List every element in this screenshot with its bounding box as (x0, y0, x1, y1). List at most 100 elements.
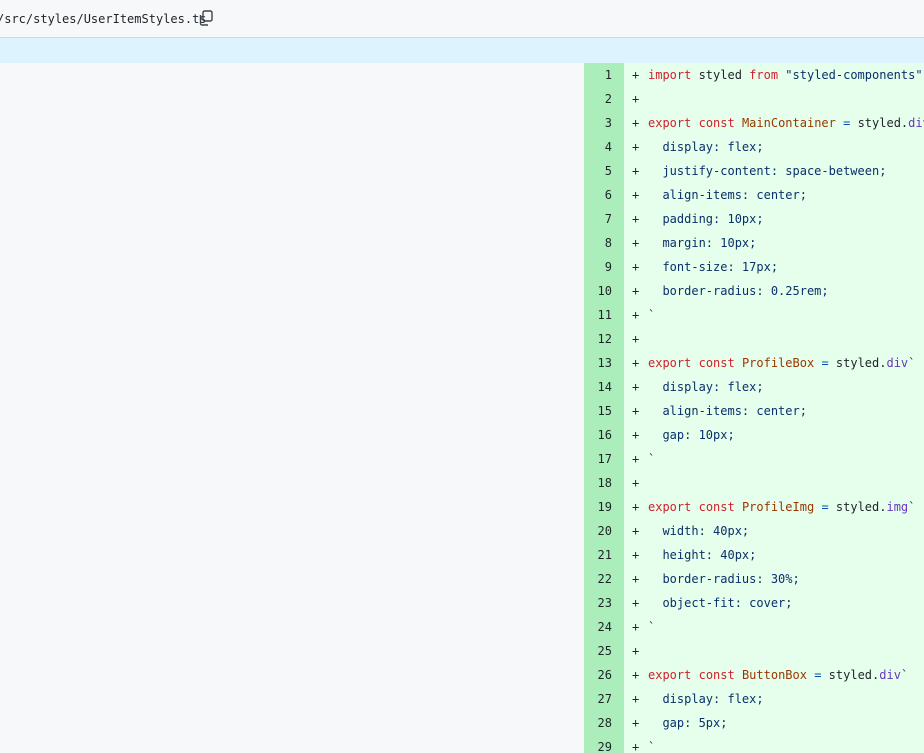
added-marker: + (632, 332, 640, 346)
code-token: = (821, 500, 829, 514)
diff-line: 10 + border-radius: 0.25rem; (584, 279, 924, 303)
diff-line: 16 + gap: 10px; (584, 423, 924, 447)
line-number[interactable]: 24 (584, 615, 612, 639)
code-token: justify-content: space-between; (648, 164, 887, 178)
line-number[interactable]: 7 (584, 207, 612, 231)
code-token: div (879, 668, 901, 682)
line-number[interactable]: 16 (584, 423, 612, 447)
added-marker: + (632, 116, 640, 130)
line-number[interactable]: 25 (584, 639, 612, 663)
line-number[interactable]: 13 (584, 351, 612, 375)
code-token: display: flex; (648, 692, 764, 706)
added-marker: + (632, 380, 640, 394)
added-lines-pane: 1 + import styled from "styled-components"… (584, 63, 924, 753)
added-marker: + (632, 284, 640, 298)
code-token: export (648, 356, 692, 370)
code-token: "styled-components" (785, 68, 923, 82)
diff-line: 26 + export const ButtonBox = styled.div` (584, 663, 924, 687)
code-token: padding: 10px; (648, 212, 764, 226)
line-number[interactable]: 2 (584, 87, 612, 111)
code-text: border-radius: 30%; (648, 567, 799, 591)
line-number[interactable]: 3 (584, 111, 612, 135)
code-token: const (698, 356, 735, 370)
code-text: ` (648, 303, 655, 327)
code-token: div (886, 356, 909, 370)
code-text: ` (648, 447, 655, 471)
code-token: display: flex; (648, 380, 764, 394)
diff-line: 28 + gap: 5px; (584, 711, 924, 735)
empty-old-file-pane (0, 63, 584, 753)
added-marker: + (632, 188, 640, 202)
line-number[interactable]: 28 (584, 711, 612, 735)
line-number[interactable]: 12 (584, 327, 612, 351)
line-number[interactable]: 23 (584, 591, 612, 615)
line-number[interactable]: 17 (584, 447, 612, 471)
code-text: display: flex; (648, 375, 764, 399)
code-token: const (698, 116, 735, 130)
code-text: border-radius: 0.25rem; (648, 279, 829, 303)
code-text: ` (648, 615, 655, 639)
added-marker: + (632, 236, 640, 250)
line-number[interactable]: 10 (584, 279, 612, 303)
line-number[interactable]: 1 (584, 63, 612, 87)
file-path[interactable]: /src/styles/UserItemStyles.ts (0, 12, 207, 26)
added-marker: + (632, 212, 640, 226)
diff-line: 1 + import styled from "styled-components" (584, 63, 924, 87)
line-number[interactable]: 14 (584, 375, 612, 399)
copy-icon[interactable] (196, 8, 216, 28)
line-number[interactable]: 5 (584, 159, 612, 183)
code-text: export const ButtonBox = styled.div` (648, 663, 908, 687)
diff-line: 2 + (584, 87, 924, 111)
diff-line: 7 + padding: 10px; (584, 207, 924, 231)
line-number[interactable]: 21 (584, 543, 612, 567)
added-marker: + (632, 356, 640, 370)
diff-line: 18 + (584, 471, 924, 495)
code-text: object-fit: cover; (648, 591, 792, 615)
line-number[interactable]: 22 (584, 567, 612, 591)
added-marker: + (632, 716, 640, 730)
code-token: styled. (828, 500, 887, 514)
line-number[interactable]: 9 (584, 255, 612, 279)
added-marker: + (632, 548, 640, 562)
code-token: ButtonBox (741, 668, 807, 682)
line-number[interactable]: 20 (584, 519, 612, 543)
code-token: export (648, 500, 692, 514)
line-number[interactable]: 18 (584, 471, 612, 495)
added-marker: + (632, 404, 640, 418)
code-token: ProfileImg (741, 500, 815, 514)
diff-line: 24 + ` (584, 615, 924, 639)
diff-line: 20 + width: 40px; (584, 519, 924, 543)
code-token: ` (900, 668, 909, 682)
code-token: export (648, 116, 692, 130)
line-number[interactable]: 6 (584, 183, 612, 207)
diff-line: 8 + margin: 10px; (584, 231, 924, 255)
code-token: display: flex; (648, 140, 764, 154)
code-token: ` (648, 452, 656, 466)
line-number[interactable]: 19 (584, 495, 612, 519)
line-number[interactable]: 11 (584, 303, 612, 327)
code-token: ProfileBox (741, 356, 815, 370)
diff-line: 13 + export const ProfileBox = styled.div` (584, 351, 924, 375)
code-token: const (698, 668, 735, 682)
line-number[interactable]: 29 (584, 735, 612, 753)
line-number[interactable]: 15 (584, 399, 612, 423)
line-number[interactable]: 26 (584, 663, 612, 687)
hunk-header (0, 38, 924, 63)
line-number[interactable]: 27 (584, 687, 612, 711)
diff-line: 11 + ` (584, 303, 924, 327)
line-number[interactable]: 4 (584, 135, 612, 159)
diff-line: 22 + border-radius: 30%; (584, 567, 924, 591)
line-number[interactable]: 8 (584, 231, 612, 255)
added-marker: + (632, 68, 640, 82)
code-token: styled. (821, 668, 880, 682)
added-marker: + (632, 452, 640, 466)
added-marker: + (632, 164, 640, 178)
code-token: border-radius: 0.25rem; (648, 284, 829, 298)
diff-line: 9 + font-size: 17px; (584, 255, 924, 279)
code-token: styled (691, 68, 750, 82)
code-token: gap: 10px; (648, 428, 735, 442)
